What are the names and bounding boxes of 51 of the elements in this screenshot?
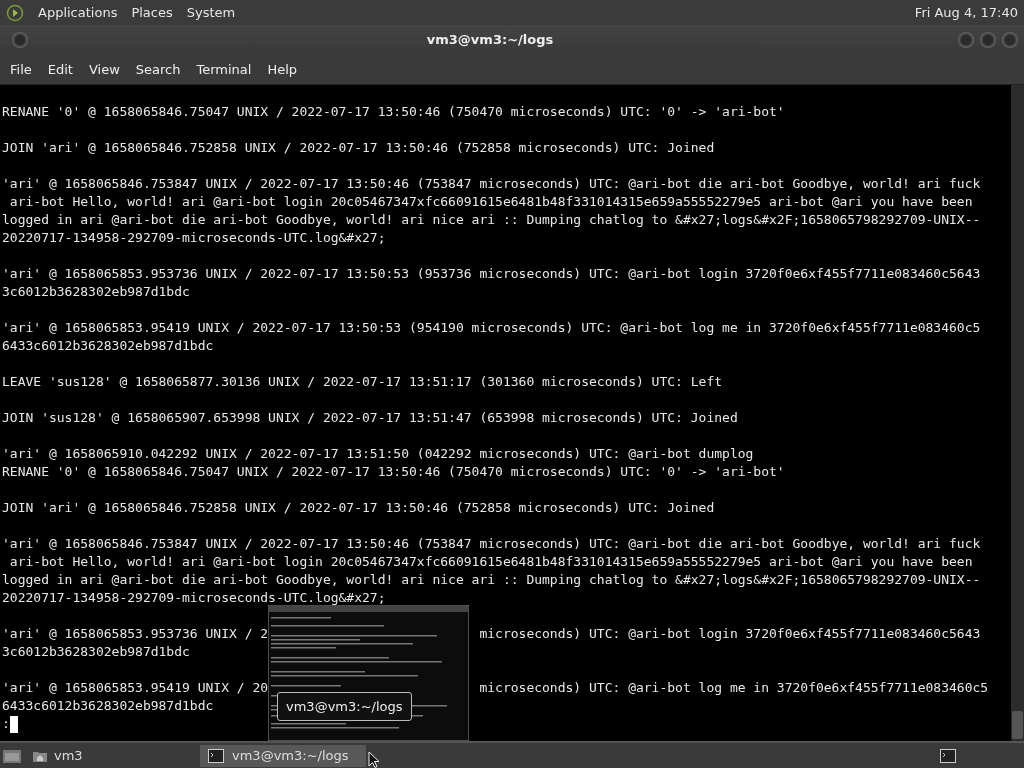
panel-menu[interactable]: Places (131, 5, 173, 20)
maximize-button[interactable] (980, 31, 996, 48)
terminal-line: microseconds) UTC: @ari-bot log me in 3720f0e6xf455f7711e083460c5 (479, 679, 989, 697)
panel-menu[interactable]: System (186, 5, 236, 20)
menu-logo-icon[interactable] (6, 3, 24, 22)
window-title: vm3@vm3:~/logs (425, 32, 555, 47)
scrollbar-thumb[interactable] (1012, 711, 1023, 739)
text-cursor (9, 715, 18, 733)
panel-menu[interactable]: Applications (38, 5, 118, 20)
menu-item[interactable]: View (80, 57, 128, 81)
terminal-line: logged in ari @ari-bot die ari-bot Goodbye, world! ari nice ari :: Dumping chatlog to &#x27;logs&#x2F;1658065798292709-UNIX-- (2, 571, 981, 589)
menu-item[interactable]: Search (127, 57, 189, 81)
terminal-line: 'ari' @ 1658065853.953736 UNIX / 2 (2, 625, 269, 643)
taskbar-place[interactable]: vm3 (26, 748, 188, 763)
terminal-line: JOIN 'sus128' @ 1658065907.653998 UNIX / 2022-07-17 13:51:47 (653998 microseconds) UTC: Joined (2, 409, 738, 427)
terminal-line: RENANE '0' @ 1658065846.75047 UNIX / 2022-07-17 13:50:46 (750470 microseconds) UTC: '0' -> 'ari-bot' (2, 103, 785, 121)
terminal-line: 20220717-134958-292709-microseconds-UTC.log&#x27; (2, 229, 386, 247)
terminal-line: 20220717-134958-292709-microseconds-UTC.log&#x27; (2, 589, 386, 607)
terminal-line: 3c6012b3628302eb987d1bdc (2, 283, 190, 301)
scrollbar[interactable] (1011, 85, 1024, 741)
terminal-line: 'ari' @ 1658065853.95419 UNIX / 20 (2, 679, 269, 697)
terminal-line: microseconds) UTC: @ari-bot login 3720f0e6xf455f7711e083460c5643 (479, 625, 981, 643)
terminal-line: 'ari' @ 1658065853.953736 UNIX / 2022-07-17 13:50:53 (953736 microseconds) UTC: @ari-bot login 3720f0e6xf455f7711e083460c5643 (2, 265, 981, 283)
tray-app-icon (940, 748, 956, 763)
terminal-line: 'ari' @ 1658065910.042292 UNIX / 2022-07-17 13:51:50 (042292 microseconds) UTC: @ari-bot dumplog (2, 445, 754, 463)
terminal-line: JOIN 'ari' @ 1658065846.752858 UNIX / 2022-07-17 13:50:46 (752858 microseconds) UTC: Joined (2, 499, 715, 517)
menu-item[interactable]: Terminal (188, 57, 260, 81)
terminal-line: 6433c6012b3628302eb987d1bdc (2, 337, 214, 355)
terminal-line: ari-bot Hello, world! ari @ari-bot login 20c05467347xfc66091615e6481b48f331014315e659a55552279e5 ari-bot @ari you have been (8, 193, 973, 211)
menu-item[interactable]: Edit (39, 57, 81, 81)
terminal-line: RENANE '0' @ 1658065846.75047 UNIX / 2022-07-17 13:50:46 (750470 microseconds) UTC: '0' -> 'ari-bot' (2, 463, 785, 481)
terminal-line: 'ari' @ 1658065853.95419 UNIX / 2022-07-17 13:50:53 (954190 microseconds) UTC: @ari-bot log me in 3720f0e6xf455f7711e083460c5 (2, 319, 981, 337)
clock[interactable]: Fri Aug 4, 17:40 (914, 5, 1018, 20)
menu-item[interactable]: Help (259, 57, 306, 81)
mouse-pointer-icon (368, 750, 380, 768)
window-menu-button[interactable] (12, 31, 28, 48)
terminal-line: 'ari' @ 1658065846.753847 UNIX / 2022-07-17 13:50:46 (753847 microseconds) UTC: @ari-bot die ari-bot Goodbye, world! ari fuck (2, 535, 981, 553)
terminal-line: logged in ari @ari-bot die ari-bot Goodbye, world! ari nice ari :: Dumping chatlog to &#x27;logs&#x2F;1658065798292709-UNIX-- (2, 211, 981, 229)
menu-item[interactable]: File (2, 57, 40, 81)
window-preview-tooltip: vm3@vm3:~/logs (277, 692, 412, 721)
terminal-icon (208, 748, 224, 763)
prompt: : (2, 715, 10, 733)
terminal-line: LEAVE 'sus128' @ 1658065877.30136 UNIX / 2022-07-17 13:51:17 (301360 microseconds) UTC: Left (2, 373, 723, 391)
minimize-button[interactable] (958, 31, 974, 48)
terminal-line: 3c6012b3628302eb987d1bdc (2, 643, 190, 661)
taskbar-window-button[interactable]: vm3@vm3:~/logs (200, 744, 366, 767)
terminal-line: 'ari' @ 1658065846.753847 UNIX / 2022-07-17 13:50:46 (753847 microseconds) UTC: @ari-bot die ari-bot Goodbye, world! ari fuck (2, 175, 981, 193)
terminal-line: ari-bot Hello, world! ari @ari-bot login 20c05467347xfc66091615e6481b48f331014315e659a55552279e5 ari-bot @ari you have been (8, 553, 973, 571)
terminal-line: JOIN 'ari' @ 1658065846.752858 UNIX / 2022-07-17 13:50:46 (752858 microseconds) UTC: Joined (2, 139, 715, 157)
terminal-line: 6433c6012b3628302eb987d1bdc (2, 697, 214, 715)
close-button[interactable] (1002, 31, 1018, 48)
